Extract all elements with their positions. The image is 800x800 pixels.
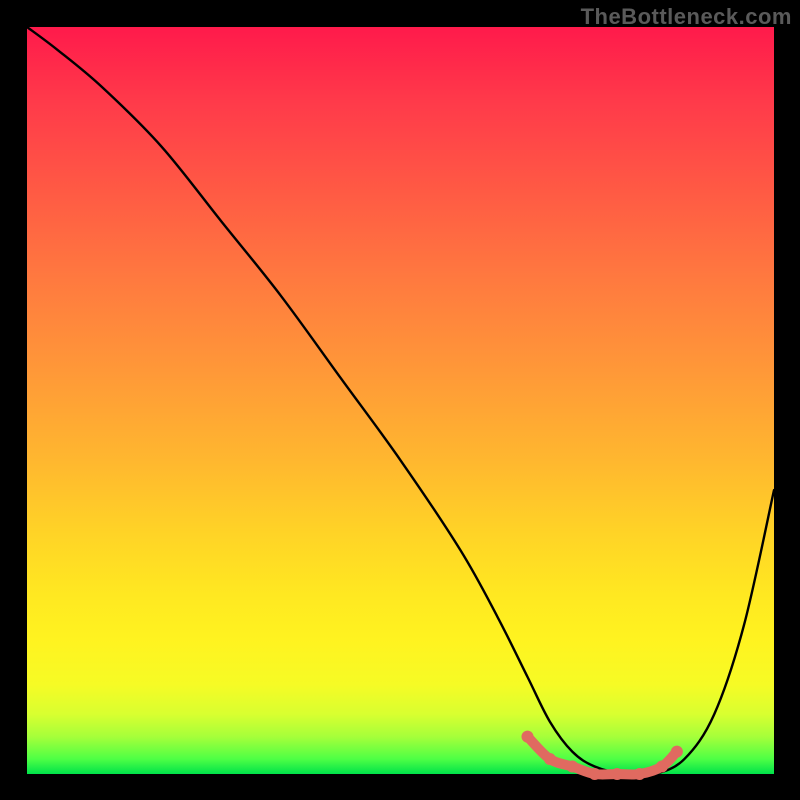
optimal-range-dot <box>589 768 601 780</box>
bottleneck-curve-path <box>27 27 774 775</box>
optimal-range-dot <box>671 746 683 758</box>
optimal-range-dot <box>566 761 578 773</box>
optimal-range-dot <box>544 753 556 765</box>
optimal-range-dot <box>634 768 646 780</box>
chart-svg <box>27 27 774 774</box>
watermark-text: TheBottleneck.com <box>581 4 792 30</box>
optimal-range-dot <box>611 768 623 780</box>
plot-area <box>27 27 774 774</box>
optimal-range-dot <box>521 731 533 743</box>
optimal-range-dot <box>656 761 668 773</box>
chart-frame: TheBottleneck.com <box>0 0 800 800</box>
